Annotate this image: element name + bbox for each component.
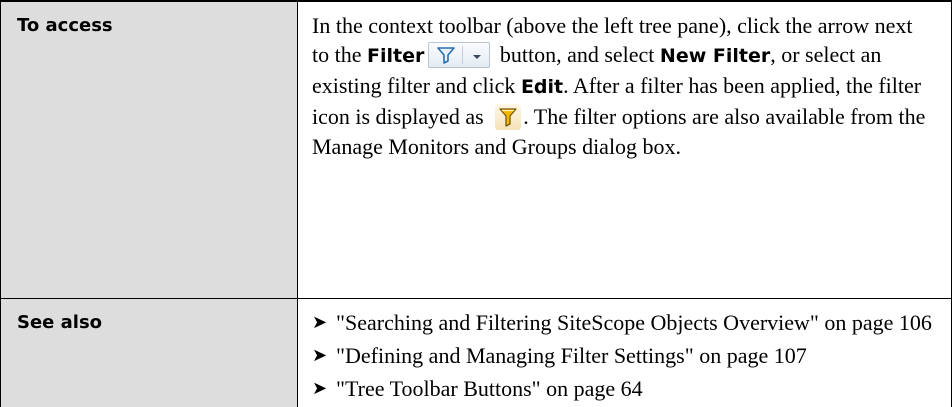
filter-applied-funnel-icon <box>498 106 518 128</box>
list-item[interactable]: ➤ "Searching and Filtering SiteScope Obje… <box>312 308 935 337</box>
arrow-bullet-icon: ➤ <box>312 374 327 403</box>
link-defining-managing-filter-settings[interactable]: "Defining and Managing Filter Settings" … <box>336 343 807 368</box>
list-item[interactable]: ➤ "Defining and Managing Filter Settings"… <box>312 341 935 370</box>
table-row: See also ➤ "Searching and Filtering SiteS… <box>1 299 952 407</box>
edit-label: Edit <box>521 76 563 98</box>
button-divider <box>462 46 463 64</box>
filter-button[interactable] <box>428 42 490 68</box>
chevron-down-icon[interactable] <box>470 52 484 62</box>
see-also-content: ➤ "Searching and Filtering SiteScope Obje… <box>298 299 952 407</box>
arrow-bullet-icon: ➤ <box>312 308 327 337</box>
to-access-content: In the context toolbar (above the left t… <box>298 1 952 299</box>
filter-applied-icon <box>495 104 521 130</box>
list-item[interactable]: ➤ "Tree Toolbar Buttons" on page 64 <box>312 374 935 403</box>
filter-icon <box>435 45 457 65</box>
text-segment: button, and select <box>494 42 660 67</box>
arrow-bullet-icon: ➤ <box>312 341 327 370</box>
see-also-list: ➤ "Searching and Filtering SiteScope Obje… <box>312 308 935 403</box>
new-filter-label: New Filter <box>660 45 770 67</box>
table-row: To access In the context toolbar (above … <box>1 1 952 299</box>
row-label-see-also: See also <box>1 299 298 407</box>
link-tree-toolbar-buttons[interactable]: "Tree Toolbar Buttons" on page 64 <box>336 376 643 401</box>
row-label-to-access: To access <box>1 1 298 299</box>
filter-label: Filter <box>367 45 424 67</box>
info-table: To access In the context toolbar (above … <box>0 0 952 407</box>
link-searching-filtering-overview[interactable]: "Searching and Filtering SiteScope Objec… <box>336 310 932 335</box>
